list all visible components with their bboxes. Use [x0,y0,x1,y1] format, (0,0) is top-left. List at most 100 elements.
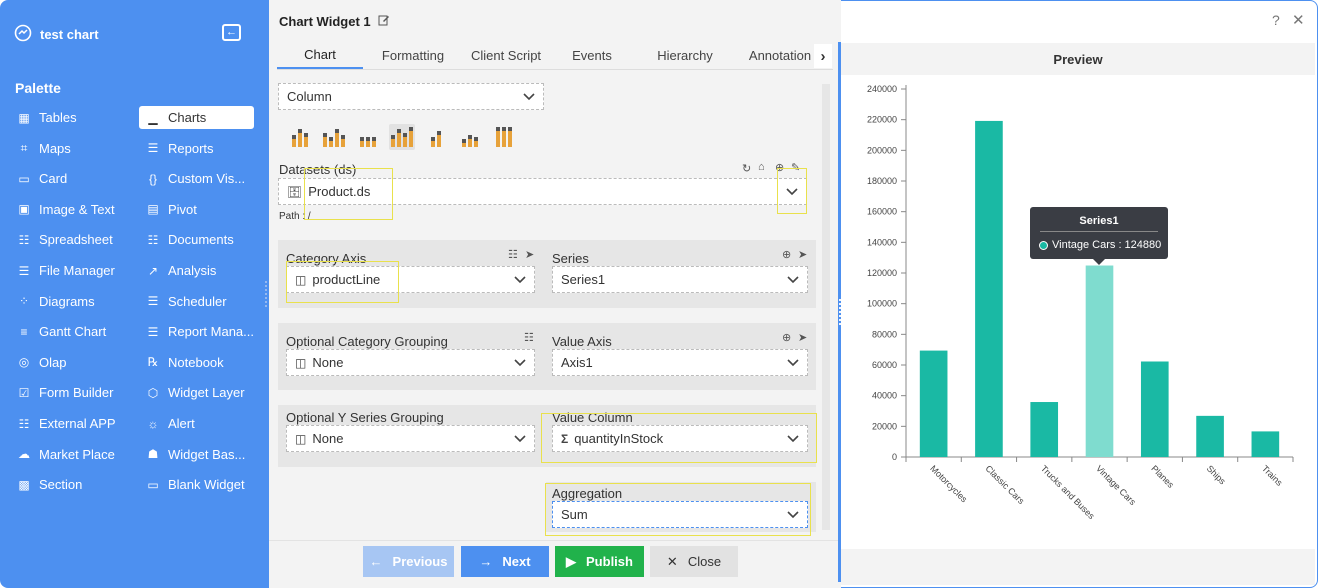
palette-item-alert[interactable]: ☼ Alert [144,412,195,435]
chart-tooltip: Series1 Vintage Cars : 124880 [1030,207,1168,265]
palette-item-notebook[interactable]: ℞ Notebook [144,351,224,374]
palette-item-tables[interactable]: ▦ Tables [15,106,76,129]
add-series-icon[interactable]: ⊕ [782,248,791,261]
tabs-scroll-right-icon[interactable]: › [814,44,832,68]
palette-item-olap[interactable]: ◎ Olap [15,351,67,374]
navigate-icon[interactable]: ➤ [798,331,807,344]
tooltip-text: Vintage Cars : 124880 [1052,239,1162,251]
value-column-value: quantityInStock [574,431,664,446]
editor-scrollbar[interactable] [822,84,830,530]
palette-item-section[interactable]: ▩ Section [15,473,82,496]
navigate-icon[interactable]: ➤ [798,248,807,261]
add-dataset-icon[interactable]: ⊕ [775,161,784,174]
close-icon[interactable]: ✕ [1292,11,1305,29]
value-axis-value: Axis1 [561,355,593,370]
palette-item-scheduler[interactable]: ☰ Scheduler [144,290,227,313]
close-button[interactable]: ✕ Close [650,546,738,577]
home-icon[interactable]: ⌂ [758,161,765,173]
dataset-select[interactable]: 🗄 Product.ds [278,178,807,205]
stacked-column-icon[interactable] [321,124,347,150]
next-button[interactable]: → Next [461,546,549,577]
value-column-select[interactable]: Σ quantityInStock [552,425,808,452]
full-stacked-icon[interactable] [491,124,517,150]
palette-item-file-manager[interactable]: ☰ File Manager [15,259,115,282]
stacked-column-100-icon[interactable] [355,124,381,150]
palette-item-custom-vis[interactable]: {} Custom Vis... [144,167,245,190]
palette-item-pivot[interactable]: ▤ Pivot [144,198,197,221]
grid-icon: ☷ [18,416,30,431]
publish-button[interactable]: ▶ Publish [555,546,644,577]
x-tick-label: Classic Cars [984,463,1027,506]
palette-item-label: Form Builder [39,385,114,401]
range-column-icon[interactable] [457,124,483,150]
navigate-icon[interactable]: ➤ [525,248,534,261]
palette-item-label: Market Place [39,446,115,462]
palette-item-spreadsheet[interactable]: ☷ Spreadsheet [15,228,113,251]
map-icon: ⌗ [20,140,28,155]
value-axis-select[interactable]: Axis1 [552,349,808,376]
y-tick-label: 20000 [872,421,897,431]
x-tick-label: Planes [1149,463,1176,490]
next-button-label: Next [502,554,531,569]
palette-item-image-text[interactable]: ▣ Image & Text [15,198,114,221]
palette-item-diagrams[interactable]: ⁘ Diagrams [15,290,95,313]
palette-item-maps[interactable]: ⌗ Maps [15,137,71,160]
collapse-sidebar-icon[interactable]: ← [222,24,241,41]
chevron-down-icon [787,359,799,367]
report-icon: ☰ [147,141,159,156]
palette-item-card[interactable]: ▭ Card [15,167,67,190]
help-icon[interactable]: ? [1272,12,1280,28]
app-title-row: test chart [14,24,99,45]
sidebar-resize-handle[interactable] [264,280,268,308]
column-chart-icon[interactable] [287,124,313,150]
refresh-icon[interactable]: ↻ [742,162,751,175]
bar-vintage-cars [1085,265,1114,457]
palette-item-report-mana[interactable]: ☰ Report Mana... [144,320,254,343]
tab-client-script[interactable]: Client Script [463,41,549,69]
tab-annotation[interactable]: Annotation [735,41,825,69]
hierarchy-icon[interactable]: ☷ [524,331,534,344]
document-icon: ☷ [147,232,159,247]
bar-chart-icon[interactable] [423,124,449,150]
category-axis-select[interactable]: ◫ productLine [286,266,535,293]
palette-item-form-builder[interactable]: ☑ Form Builder [15,381,114,404]
y-tick-label: 140000 [867,237,897,247]
tab-chart[interactable]: Chart [277,41,363,69]
arrow-left-icon: ← [369,554,383,569]
optional-category-grouping-label: Optional Category Grouping [286,334,448,349]
chart-icon: ▁ [148,110,158,125]
palette-item-gantt-chart[interactable]: ≡ Gantt Chart [15,320,106,343]
palette-item-external-app[interactable]: ☷ External APP [15,412,116,435]
palette-item-reports[interactable]: ☰ Reports [144,137,214,160]
edit-title-icon[interactable] [378,14,390,29]
hierarchy-icon[interactable]: ☷ [508,248,518,261]
palette-item-charts[interactable]: ▁ Charts [139,106,254,129]
palette-item-market-place[interactable]: ☁ Market Place [15,443,115,466]
chart-type-select[interactable]: Column [278,83,544,110]
optional-y-series-grouping-select[interactable]: ◫ None [286,425,535,452]
notebook-icon: ℞ [147,355,159,370]
tab-formatting[interactable]: Formatting [363,41,463,69]
palette-item-widget-layer[interactable]: ⬡ Widget Layer [144,381,245,404]
previous-button[interactable]: ← Previous [363,546,454,577]
edit-dataset-icon[interactable]: ✎ [791,161,800,174]
optional-category-grouping-select[interactable]: ◫ None [286,349,535,376]
column-grouped-icon[interactable] [389,124,415,150]
tab-hierarchy[interactable]: Hierarchy [635,41,735,69]
series-select[interactable]: Series1 [552,266,808,293]
palette-item-blank-widget[interactable]: ▭ Blank Widget [144,473,244,496]
pivot-icon: ▤ [147,202,159,217]
palette-item-label: Card [39,171,68,187]
x-tick-label: Trains [1260,463,1285,488]
y-tick-label: 220000 [867,115,897,125]
layers-icon: ⬡ [147,385,159,400]
palette-item-documents[interactable]: ☷ Documents [144,228,234,251]
category-axis-label: Category Axis [286,251,367,266]
tab-events[interactable]: Events [549,41,635,69]
gantt-icon: ≡ [20,324,28,339]
aggregation-select[interactable]: Sum [552,501,808,528]
close-x-icon: ✕ [666,553,678,569]
palette-item-analysis[interactable]: ↗ Analysis [144,259,216,282]
add-axis-icon[interactable]: ⊕ [782,331,791,344]
palette-item-widget-bas[interactable]: ☗ Widget Bas... [144,443,246,466]
